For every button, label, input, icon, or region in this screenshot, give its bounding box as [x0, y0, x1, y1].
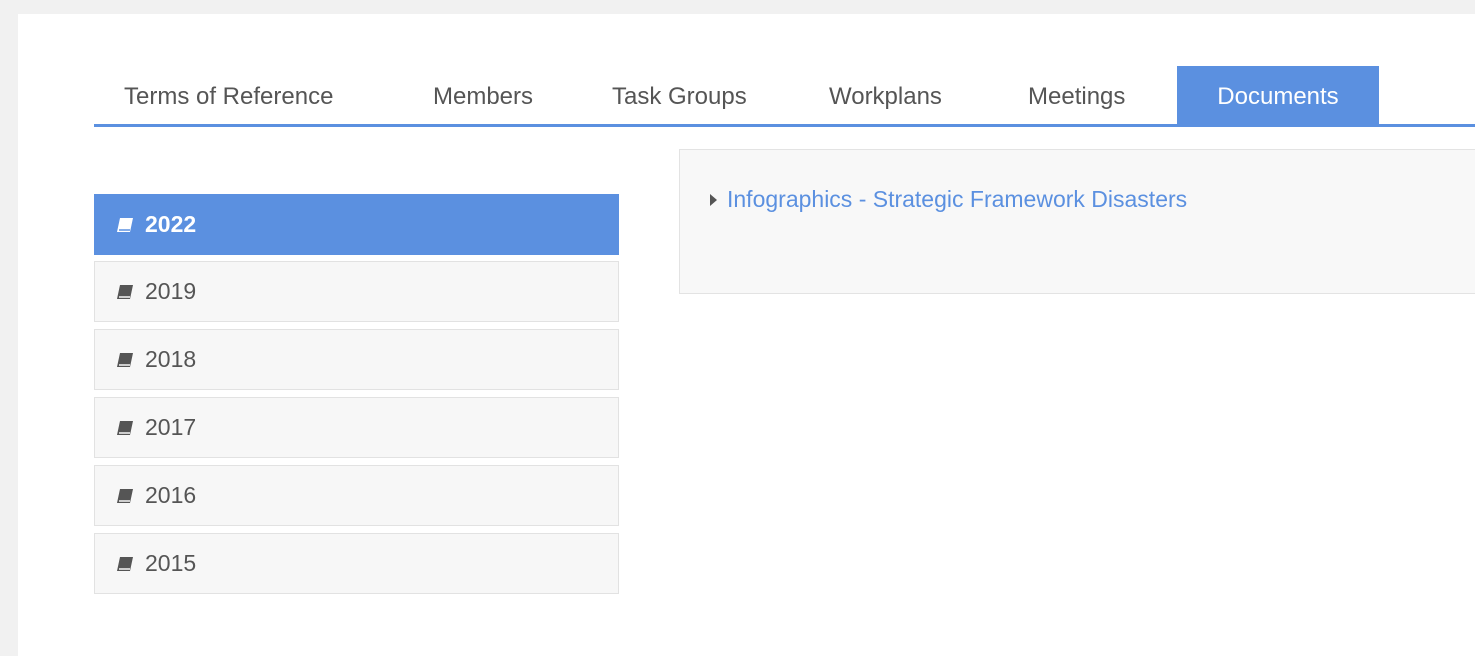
book-icon	[115, 554, 135, 574]
tab-terms-of-reference[interactable]: Terms of Reference	[124, 66, 333, 124]
top-edge	[0, 0, 1475, 14]
year-label: 2015	[145, 550, 197, 576]
document-title: Infographics - Strategic Framework Disas…	[727, 186, 1188, 212]
year-item-2017[interactable]: 2017	[94, 397, 619, 458]
page: Terms of Reference Members Task Groups W…	[0, 0, 1475, 656]
tab-workplans[interactable]: Workplans	[829, 66, 942, 124]
year-label: 2019	[145, 278, 197, 304]
year-label: 2017	[145, 414, 197, 440]
year-item-2019[interactable]: 2019	[94, 261, 619, 322]
tab-members[interactable]: Members	[433, 66, 533, 124]
documents-panel: Infographics - Strategic Framework Disas…	[679, 149, 1475, 294]
year-item-2018[interactable]: 2018	[94, 329, 619, 390]
book-icon	[115, 418, 135, 438]
tab-bar: Terms of Reference Members Task Groups W…	[94, 66, 1475, 127]
book-icon	[115, 215, 135, 235]
book-icon	[115, 350, 135, 370]
year-label: 2018	[145, 346, 197, 372]
tab-task-groups[interactable]: Task Groups	[612, 66, 747, 124]
tab-documents[interactable]: Documents	[1177, 66, 1379, 124]
book-icon	[115, 282, 135, 302]
year-item-2022[interactable]: 2022	[94, 194, 619, 255]
document-link-infographics[interactable]: Infographics - Strategic Framework Disas…	[710, 186, 1187, 213]
year-item-2015[interactable]: 2015	[94, 533, 619, 594]
tab-meetings[interactable]: Meetings	[1028, 66, 1125, 124]
year-label: 2022	[145, 211, 197, 237]
left-edge	[0, 0, 18, 656]
caret-right-icon	[710, 193, 717, 206]
book-icon	[115, 486, 135, 506]
year-item-2016[interactable]: 2016	[94, 465, 619, 526]
year-label: 2016	[145, 482, 197, 508]
